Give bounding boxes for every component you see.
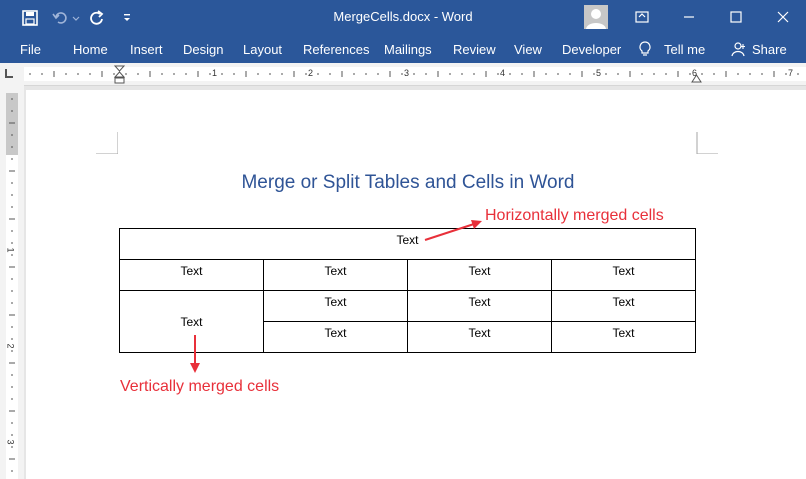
ribbon-display-options-icon[interactable] bbox=[634, 9, 650, 25]
cell-text: Text bbox=[180, 264, 203, 278]
merged-row-cell[interactable]: Text bbox=[119, 228, 696, 260]
cell-text: Text bbox=[468, 326, 491, 340]
tab-home[interactable]: Home bbox=[73, 42, 108, 57]
tell-me-search[interactable]: Tell me bbox=[664, 42, 705, 57]
cell-text: Text bbox=[612, 264, 635, 278]
horizontal-ruler[interactable]: 1 2 3 4 5 6 7 bbox=[0, 63, 806, 86]
table-cell[interactable]: Text bbox=[551, 259, 696, 291]
ruler-label: 1 bbox=[212, 68, 218, 78]
close-icon[interactable] bbox=[775, 9, 791, 25]
table-cell[interactable]: Text bbox=[551, 321, 696, 353]
document-table[interactable]: Text Text Text Text Text Text Text Text … bbox=[119, 228, 696, 353]
table-cell[interactable]: Text bbox=[407, 290, 552, 322]
table-cell[interactable]: Text bbox=[119, 259, 264, 291]
tab-file[interactable]: File bbox=[20, 42, 41, 57]
vertical-ruler[interactable]: 1 2 3 bbox=[0, 85, 24, 479]
crop-mark bbox=[96, 132, 118, 154]
cell-text: Text bbox=[324, 264, 347, 278]
ruler-label: 5 bbox=[596, 68, 602, 78]
ruler-label: 2 bbox=[5, 343, 16, 349]
cell-text: Text bbox=[468, 264, 491, 278]
ruler-label: 2 bbox=[308, 68, 314, 78]
title-bar: MergeCells.docx - Word bbox=[0, 0, 806, 35]
cell-text: Text bbox=[612, 326, 635, 340]
table-cell[interactable]: Text bbox=[407, 321, 552, 353]
tab-layout[interactable]: Layout bbox=[243, 42, 282, 57]
ruler-label: 4 bbox=[500, 68, 506, 78]
right-indent-marker-icon[interactable] bbox=[691, 73, 702, 83]
cell-text: Text bbox=[396, 233, 419, 247]
cell-text: Text bbox=[468, 295, 491, 309]
lightbulb-icon[interactable] bbox=[638, 41, 652, 60]
cell-text: Text bbox=[180, 314, 203, 329]
document-title[interactable]: Merge or Split Tables and Cells in Word bbox=[120, 172, 696, 194]
annotation-horizontal: Horizontally merged cells bbox=[485, 207, 664, 224]
indent-marker-icon[interactable] bbox=[114, 65, 125, 85]
tab-mailings[interactable]: Mailings bbox=[384, 42, 432, 57]
annotation-vertical: Vertically merged cells bbox=[120, 378, 280, 395]
share-person-icon[interactable] bbox=[731, 41, 747, 60]
user-avatar[interactable] bbox=[584, 5, 608, 29]
ruler-label: 1 bbox=[5, 247, 16, 253]
minimize-icon[interactable] bbox=[681, 9, 697, 25]
cell-text: Text bbox=[324, 295, 347, 309]
table-cell[interactable]: Text bbox=[263, 321, 408, 353]
tab-references[interactable]: References bbox=[303, 42, 369, 57]
maximize-icon[interactable] bbox=[728, 9, 744, 25]
tab-developer[interactable]: Developer bbox=[562, 42, 621, 57]
cell-text: Text bbox=[324, 326, 347, 340]
tab-view[interactable]: View bbox=[514, 42, 542, 57]
tab-review[interactable]: Review bbox=[453, 42, 496, 57]
tab-insert[interactable]: Insert bbox=[130, 42, 163, 57]
table-cell[interactable]: Text bbox=[263, 259, 408, 291]
tab-design[interactable]: Design bbox=[183, 42, 223, 57]
merged-column-cell[interactable]: Text bbox=[119, 290, 264, 353]
ribbon-tabs: File Home Insert Design Layout Reference… bbox=[0, 35, 806, 63]
table-cell[interactable]: Text bbox=[551, 290, 696, 322]
cell-text: Text bbox=[612, 295, 635, 309]
share-button[interactable]: Share bbox=[752, 42, 787, 57]
crop-mark bbox=[696, 132, 718, 154]
table-cell[interactable]: Text bbox=[407, 259, 552, 291]
ruler-label: 7 bbox=[788, 68, 794, 78]
table-cell[interactable]: Text bbox=[263, 290, 408, 322]
ruler-ticks bbox=[9, 98, 15, 472]
ruler-label: 3 bbox=[404, 68, 410, 78]
ruler-label: 3 bbox=[5, 439, 16, 445]
